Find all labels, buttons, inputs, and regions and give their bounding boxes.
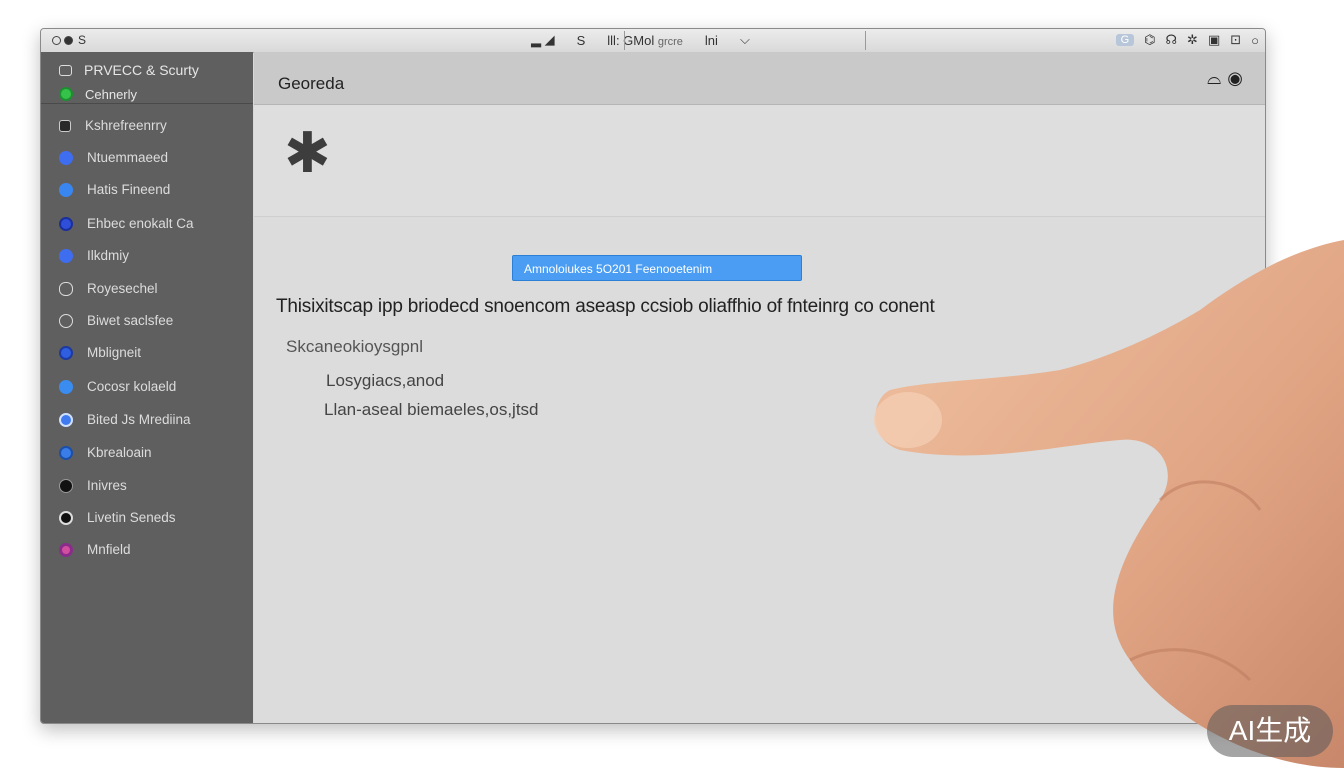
sidebar-item-1[interactable]: Ntuemmaeed — [59, 150, 168, 165]
sidebar-item-label: Ehbec enokalt Ca — [87, 216, 194, 231]
sidebar-item-0[interactable]: Kshrefreenrry — [59, 118, 167, 133]
main-header: Georeda ⌓ ◉ — [254, 52, 1265, 105]
status-green-icon — [59, 87, 73, 101]
dot-icon — [59, 150, 73, 165]
sidebar-item-label: Kbrealoain — [87, 445, 152, 460]
sidebar-item-8[interactable]: Cocosr kolaeld — [59, 379, 176, 394]
toolbar-item-1[interactable]: S — [577, 33, 586, 48]
sidebar-item-13[interactable]: Mnfield — [59, 542, 131, 557]
minimize-button[interactable] — [64, 35, 73, 45]
avatar-icon[interactable]: ◉ — [1227, 68, 1243, 89]
page-title: Georeda — [278, 74, 345, 93]
network-icon[interactable]: ✲ — [1187, 32, 1198, 48]
description-text: Thisixitscap ipp briodecd snoencom aseas… — [276, 296, 935, 317]
power-icon[interactable]: ○ — [1251, 33, 1259, 48]
title-bar: S ▂ ◢ S lll: GMol grcre lni ⌵ G ⌬ ☊ ✲ ▣ … — [41, 29, 1265, 53]
sidebar-item-12[interactable]: Livetin Seneds — [59, 510, 176, 525]
sidebar: PRVECC & Scurty Cehnerly Kshrefreenrry N… — [41, 52, 253, 723]
dot-icon — [59, 445, 73, 460]
square-icon — [59, 119, 71, 132]
dot-icon — [59, 412, 73, 427]
sidebar-subtitle-row: Cehnerly — [59, 82, 253, 106]
dot-icon — [59, 216, 73, 231]
lock-icon[interactable]: ⊡ — [1230, 32, 1241, 48]
sidebar-item-label: Mnfield — [87, 542, 131, 557]
highlight-bar[interactable]: Amnoloiukes 5O201 Feenooetenim — [512, 255, 802, 281]
toolbar-icon-1[interactable]: ▂ ◢ — [531, 32, 555, 48]
sidebar-header[interactable]: PRVECC & Scurty Cehnerly — [41, 52, 253, 104]
sidebar-item-label: Ilkdmiy — [87, 248, 130, 263]
dot-icon — [59, 182, 73, 197]
sidebar-item-6[interactable]: Biwet saclsfee — [59, 313, 173, 328]
option-label-1[interactable]: Skcaneokioysgpnl — [286, 337, 423, 357]
pointing-hand-image — [874, 240, 1344, 768]
dot-icon — [59, 248, 73, 263]
g-icon[interactable]: ⌬ — [1144, 32, 1155, 48]
shield-icon — [59, 64, 72, 76]
option-label-3[interactable]: Llan-aseal biemaeles,os,jtsd — [324, 400, 539, 420]
sidebar-item-11[interactable]: Inivres — [59, 478, 127, 493]
app-label: S — [78, 33, 87, 47]
close-button[interactable] — [52, 35, 61, 45]
pane-icon-area: ✱ — [254, 105, 1265, 217]
status-icons: G ⌬ ☊ ✲ ▣ ⊡ ○ — [1115, 32, 1259, 48]
dot-icon — [59, 478, 73, 493]
sidebar-title: PRVECC & Scurty — [84, 62, 199, 78]
circle-outline-icon — [59, 281, 73, 296]
dot-icon — [59, 510, 73, 525]
sidebar-item-9[interactable]: Bited Js Mrediina — [59, 412, 191, 427]
dot-icon — [59, 542, 73, 557]
sidebar-title-row: PRVECC & Scurty — [59, 58, 253, 82]
dot-icon — [59, 379, 73, 394]
sidebar-item-label: Kshrefreenrry — [85, 118, 167, 133]
sidebar-item-label: Biwet saclsfee — [87, 313, 174, 328]
headphone-icon[interactable]: ☊ — [1165, 32, 1177, 48]
sidebar-item-label: Mbligneit — [87, 345, 142, 360]
gear-icon: ✱ — [284, 121, 331, 184]
sidebar-subtitle: Cehnerly — [85, 86, 138, 102]
address-field[interactable] — [624, 31, 866, 50]
sidebar-item-2[interactable]: Hatis Fineend — [59, 182, 170, 197]
sidebar-item-4[interactable]: Ilkdmiy — [59, 248, 129, 263]
dot-icon — [59, 345, 73, 360]
calendar-icon[interactable]: ▣ — [1208, 32, 1220, 48]
account-badge[interactable]: G — [1115, 34, 1135, 46]
sidebar-item-7[interactable]: Mbligneit — [59, 345, 141, 360]
option-label-2[interactable]: Losygiacs,anod — [326, 371, 444, 391]
sidebar-item-3[interactable]: Ehbec enokalt Ca — [59, 216, 194, 231]
sidebar-item-label: Bited Js Mrediina — [87, 412, 191, 427]
sidebar-item-label: Hatis Fineend — [87, 182, 171, 197]
chat-icon[interactable]: ⌓ — [1207, 68, 1221, 89]
circle-outline-icon — [59, 313, 73, 328]
watermark-badge: AI生成 — [1207, 705, 1333, 757]
window-controls: S — [52, 33, 86, 47]
sidebar-item-label: Livetin Seneds — [87, 510, 176, 525]
sidebar-item-label: Ntuemmaeed — [87, 150, 169, 165]
sidebar-item-label: Cocosr kolaeld — [87, 379, 177, 394]
header-icons: ⌓ ◉ — [1207, 68, 1243, 89]
sidebar-item-label: Inivres — [87, 478, 127, 493]
sidebar-item-5[interactable]: Royesechel — [59, 281, 158, 296]
sidebar-item-10[interactable]: Kbrealoain — [59, 445, 152, 460]
sidebar-item-label: Royesechel — [87, 281, 158, 296]
